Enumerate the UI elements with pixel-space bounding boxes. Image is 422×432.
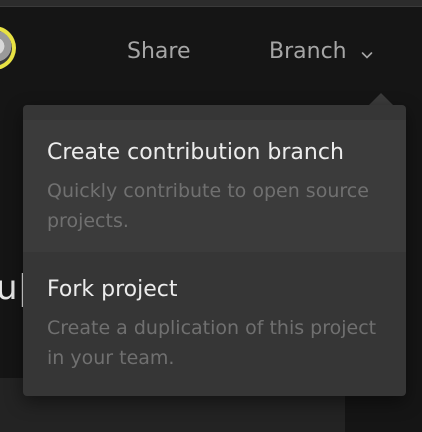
menu-item-description: Quickly contribute to open source projec… bbox=[47, 180, 369, 232]
page: Share Branch u| Create contribution bran… bbox=[0, 0, 422, 432]
avatar-image bbox=[0, 30, 12, 66]
menu-item-create-contribution-branch[interactable]: Create contribution branch Quickly contr… bbox=[23, 120, 406, 252]
chevron-down-icon bbox=[361, 52, 372, 59]
share-button-label: Share bbox=[127, 39, 191, 64]
menu-item-fork-project[interactable]: Fork project Create a duplication of thi… bbox=[23, 252, 406, 388]
branch-button[interactable]: Branch bbox=[269, 38, 373, 66]
menu-item-title: Create contribution branch bbox=[47, 140, 344, 165]
branch-dropdown-menu: Create contribution branch Quickly contr… bbox=[23, 105, 406, 396]
menu-item-title: Fork project bbox=[47, 277, 178, 302]
share-button[interactable]: Share bbox=[127, 38, 191, 66]
branch-button-label: Branch bbox=[269, 39, 347, 64]
window-top-edge bbox=[0, 0, 422, 7]
menu-item-description: Create a duplication of this project in … bbox=[47, 317, 377, 369]
avatar[interactable] bbox=[0, 26, 16, 70]
